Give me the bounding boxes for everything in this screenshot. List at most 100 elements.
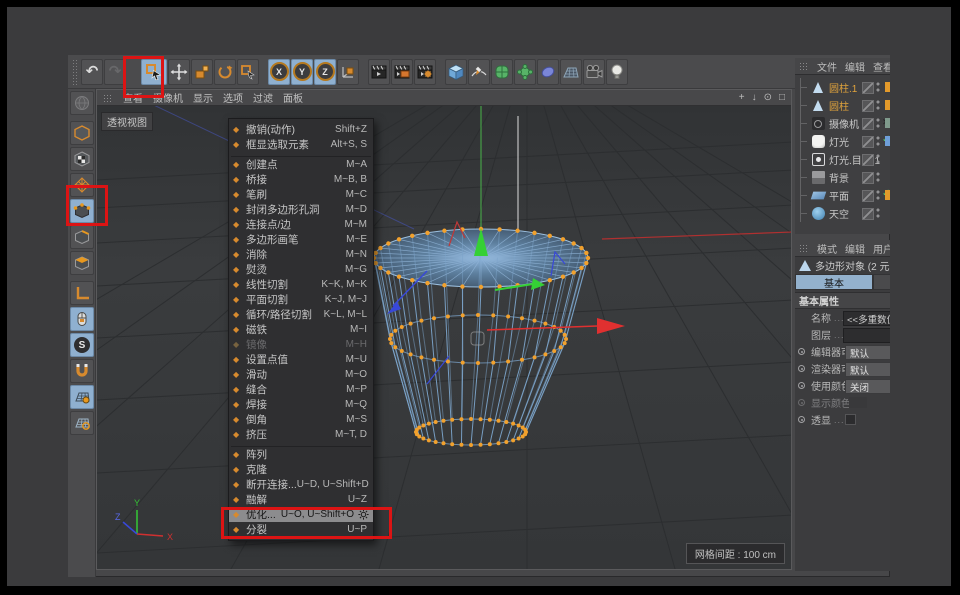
viewport-menu-handle[interactable] (103, 94, 113, 102)
tab-coordinates[interactable]: 坐标 (873, 274, 890, 290)
visibility-dots[interactable] (876, 189, 880, 201)
texture-axis-mode-button[interactable] (70, 173, 94, 197)
rotate-tool-button[interactable] (214, 59, 236, 85)
volume-button[interactable] (537, 59, 559, 85)
redo-button[interactable]: ↷ (104, 59, 126, 85)
context-menu-item[interactable]: 挤压 M~T, D (229, 427, 373, 442)
points-mode-button[interactable] (70, 199, 94, 223)
object-row[interactable]: 天空 ✓ ✕ (795, 204, 890, 222)
planar-workplane-button[interactable] (70, 411, 94, 435)
tweak-mode-button[interactable] (70, 307, 94, 331)
object-row[interactable]: 灯光 ✓ ✕ (795, 132, 890, 150)
live-selection-button[interactable] (141, 59, 167, 85)
context-menu-item[interactable]: 分裂 U~P (229, 522, 373, 537)
object-tag[interactable] (885, 136, 890, 146)
context-menu-item[interactable]: 融解 U~Z (229, 492, 373, 507)
lock-y-axis-button[interactable]: Y (291, 59, 313, 85)
om-menu-file[interactable]: 文件 (817, 59, 837, 74)
last-tool-button[interactable] (237, 59, 259, 85)
xray-checkbox[interactable] (845, 414, 856, 425)
layer-square[interactable] (862, 118, 874, 130)
animation-dot[interactable] (798, 382, 805, 389)
am-menu-userdata[interactable]: 用户数据 (873, 241, 890, 256)
model-mode-button[interactable] (70, 121, 94, 145)
add-cube-primitive-button[interactable] (445, 59, 467, 85)
render-view-button[interactable] (368, 59, 390, 85)
render-visible-dropdown[interactable]: 默认 (845, 362, 890, 377)
object-tag[interactable] (885, 190, 890, 200)
context-menu-item[interactable]: 优化... U~O, U~Shift+O (229, 507, 373, 522)
texture-mode-button[interactable] (70, 147, 94, 171)
display-color-swatch[interactable] (849, 397, 867, 408)
coordinate-system-button[interactable] (337, 59, 359, 85)
animation-dot[interactable] (798, 416, 805, 423)
context-menu-item[interactable]: 框显选取元素 Alt+S, S (229, 137, 373, 152)
pan-view-icon[interactable]: + (739, 92, 745, 103)
layer-square[interactable] (862, 100, 874, 112)
context-menu-item[interactable]: 平面切割 K~J, M~J (229, 292, 373, 307)
context-menu-item[interactable]: 循环/路径切割 K~L, M~L (229, 307, 373, 322)
context-menu-item[interactable]: 封闭多边形孔洞 M~D (229, 202, 373, 217)
context-menu-item[interactable]: 倒角 M~S (229, 412, 373, 427)
enable-snap-button[interactable]: S (70, 333, 94, 357)
use-color-dropdown[interactable]: 关闭 (845, 379, 890, 394)
context-menu-item[interactable]: 桥接 M~B, B (229, 172, 373, 187)
convert-object-button[interactable] (70, 91, 94, 115)
spline-pen-button[interactable] (468, 59, 490, 85)
context-menu-item[interactable]: 阵列 (229, 447, 373, 462)
object-tag[interactable] (885, 118, 890, 128)
visibility-dots[interactable] (876, 135, 880, 147)
light-button[interactable] (606, 59, 628, 85)
viewport-menu-view[interactable]: 查看 (123, 90, 143, 105)
context-menu-item[interactable]: 滑动 M~O (229, 367, 373, 382)
context-menu-item[interactable]: 磁铁 M~I (229, 322, 373, 337)
render-picture-viewer-button[interactable] (391, 59, 413, 85)
layer-square[interactable] (862, 82, 874, 94)
layer-square[interactable] (862, 154, 874, 166)
context-menu-item[interactable]: 笔刷 M~C (229, 187, 373, 202)
viewport-menu-display[interactable]: 显示 (193, 90, 213, 105)
object-manager-handle[interactable] (799, 62, 809, 70)
polygons-mode-button[interactable] (70, 251, 94, 275)
snap-settings-button[interactable] (70, 359, 94, 383)
render-settings-button[interactable] (414, 59, 436, 85)
context-menu-item[interactable]: 线性切割 K~K, M~K (229, 277, 373, 292)
layer-square[interactable] (862, 190, 874, 202)
context-menu-item[interactable]: 缝合 M~P (229, 382, 373, 397)
viewport-menu-options[interactable]: 选项 (223, 90, 243, 105)
context-menu-item[interactable]: 熨烫 M~G (229, 262, 373, 277)
tab-basic[interactable]: 基本 (795, 274, 873, 290)
object-row[interactable]: 摄像机 ✓ ✕ (795, 114, 890, 132)
floor-button[interactable] (560, 59, 582, 85)
context-menu-item[interactable]: 设置点值 M~U (229, 352, 373, 367)
viewport-menu-camera[interactable]: 摄像机 (153, 90, 183, 105)
editor-visible-dropdown[interactable]: 默认 (845, 345, 890, 360)
object-row[interactable]: 平面 ✓ ✕ (795, 186, 890, 204)
context-menu-item[interactable]: 焊接 M~Q (229, 397, 373, 412)
context-menu-item[interactable]: 克隆 (229, 462, 373, 477)
attribute-manager-handle[interactable] (799, 244, 809, 252)
move-tool-button[interactable] (168, 59, 190, 85)
layer-field[interactable] (843, 328, 890, 343)
layer-square[interactable] (862, 136, 874, 148)
object-row[interactable]: 圆柱 ✓ ✕ (795, 96, 890, 114)
lock-z-axis-button[interactable]: Z (314, 59, 336, 85)
visibility-dots[interactable] (876, 207, 880, 219)
zoom-view-icon[interactable]: ↓ (752, 92, 757, 103)
object-row[interactable]: 背景 ✓ ✕ (795, 168, 890, 186)
context-menu-item[interactable]: 多边形画笔 M~E (229, 232, 373, 247)
object-row[interactable]: 圆柱.1 ✓ ✕ (795, 78, 890, 96)
animation-dot[interactable] (798, 365, 805, 372)
viewport-menu-panel[interactable]: 面板 (283, 90, 303, 105)
context-menu-item[interactable]: 撤销(动作) Shift+Z (229, 122, 373, 137)
context-menu-item[interactable]: 连接点/边 M~M (229, 217, 373, 232)
subdivision-surface-button[interactable] (491, 59, 513, 85)
visibility-dots[interactable] (876, 171, 880, 183)
context-menu-item[interactable]: 创建点 M~A (229, 157, 373, 172)
axis-mode-button[interactable] (70, 281, 94, 305)
animation-dot[interactable] (798, 348, 805, 355)
view-label[interactable]: 透视视图 (101, 112, 153, 131)
context-menu-item[interactable]: 断开连接... U~D, U~Shift+D (229, 477, 373, 492)
edges-mode-button[interactable] (70, 225, 94, 249)
workplane-lock-button[interactable] (70, 385, 94, 409)
